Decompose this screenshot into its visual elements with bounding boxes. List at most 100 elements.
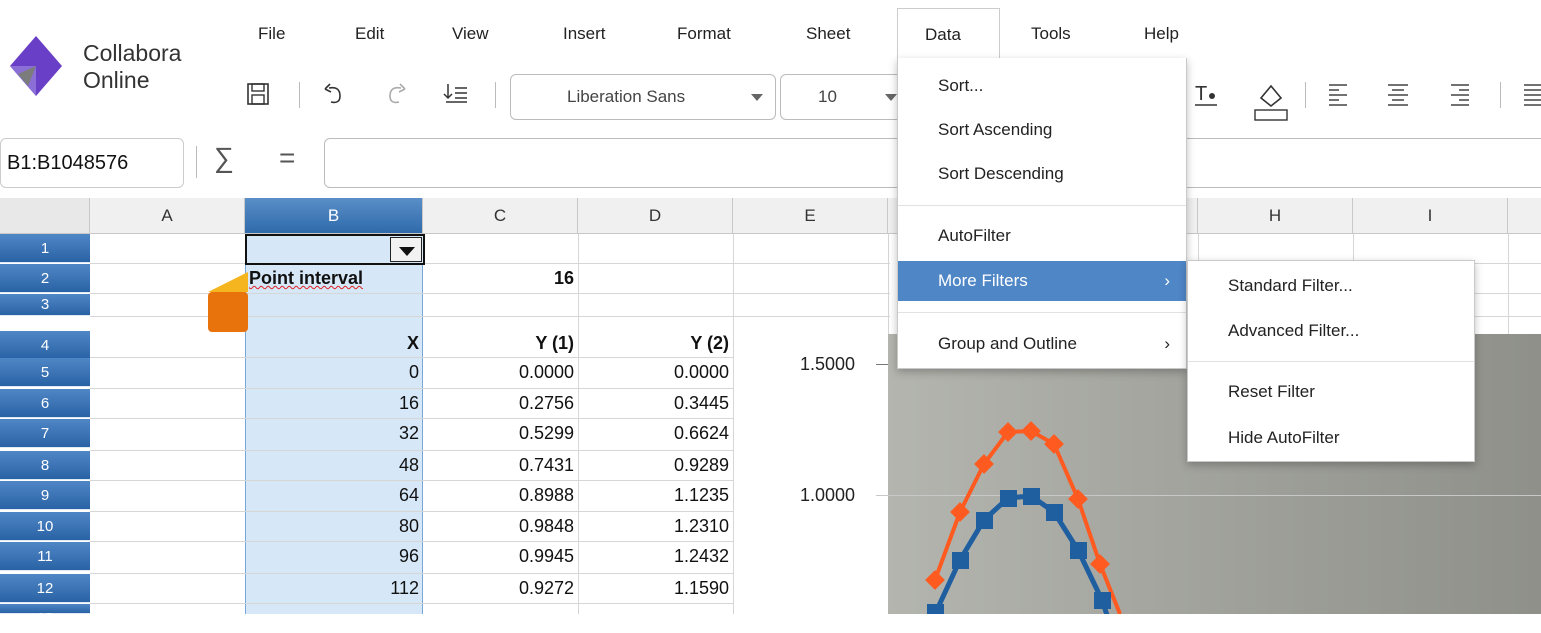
menu-item-autofilter[interactable]: AutoFilter: [898, 216, 1186, 256]
cell-d6[interactable]: 0.3445: [578, 389, 733, 418]
column-header-h[interactable]: H: [1198, 198, 1353, 234]
cell-b8[interactable]: 48: [245, 451, 423, 480]
menu-help[interactable]: Help: [1144, 24, 1179, 44]
align-left-icon[interactable]: [1325, 80, 1353, 108]
menu-item-group-and-outline[interactable]: Group and Outline ›: [898, 324, 1186, 364]
cell-b4[interactable]: X: [245, 329, 423, 358]
menu-tools[interactable]: Tools: [1031, 24, 1071, 44]
font-size-combo[interactable]: 10: [780, 74, 910, 120]
menu-item-reset-filter[interactable]: Reset Filter: [1188, 372, 1474, 412]
column-header-e[interactable]: E: [733, 198, 888, 234]
cell-c6[interactable]: 0.2756: [423, 389, 578, 418]
row-header[interactable]: 13: [0, 604, 90, 627]
select-all-corner[interactable]: [0, 198, 90, 234]
row-header[interactable]: 12: [0, 574, 90, 603]
cell-d10[interactable]: 1.2310: [578, 512, 733, 541]
undo-icon[interactable]: [320, 80, 348, 108]
row-header[interactable]: 4: [0, 331, 90, 360]
column-header-a[interactable]: A: [90, 198, 245, 234]
cell-c7[interactable]: 0.5299: [423, 419, 578, 448]
column-header-i[interactable]: I: [1353, 198, 1508, 234]
row-header[interactable]: 10: [0, 512, 90, 541]
cell-c8[interactable]: 0.7431: [423, 451, 578, 480]
cell-c11[interactable]: 0.9945: [423, 542, 578, 571]
cell-b10[interactable]: 80: [245, 512, 423, 541]
cell-c12[interactable]: 0.9272: [423, 574, 578, 603]
menu-separator: [898, 312, 1186, 313]
autofilter-button[interactable]: [390, 237, 422, 262]
cell-c4[interactable]: Y (1): [423, 329, 578, 358]
cell-d4[interactable]: Y (2): [578, 329, 733, 358]
menu-file[interactable]: File: [258, 24, 285, 44]
row-header[interactable]: 2: [0, 264, 90, 293]
menu-view[interactable]: View: [452, 24, 489, 44]
row-header[interactable]: 11: [0, 542, 90, 571]
menu-sheet[interactable]: Sheet: [806, 24, 850, 44]
row-header[interactable]: 9: [0, 481, 90, 510]
cell-d9[interactable]: 1.1235: [578, 481, 733, 510]
cell-b12[interactable]: 112: [245, 574, 423, 603]
menu-insert[interactable]: Insert: [563, 24, 606, 44]
chart-y-tick-label: 1.5000: [800, 354, 856, 374]
cell-b2[interactable]: Point interval: [249, 264, 363, 293]
cell-b9[interactable]: 64: [245, 481, 423, 510]
save-icon[interactable]: [244, 80, 272, 108]
chevron-right-icon: ›: [1164, 334, 1170, 353]
column-header-j[interactable]: [1508, 198, 1541, 234]
cell-b6[interactable]: 16: [245, 389, 423, 418]
app-header: Collabora Online File Edit View Insert F…: [0, 0, 1541, 132]
menu-item-sort[interactable]: Sort...: [898, 66, 1186, 106]
series-y1-markers: [927, 488, 1111, 614]
cell-d11[interactable]: 1.2432: [578, 542, 733, 571]
menu-edit[interactable]: Edit: [355, 24, 384, 44]
row-header[interactable]: 5: [0, 358, 90, 387]
cell-d5[interactable]: 0.0000: [578, 358, 733, 387]
row-header[interactable]: 8: [0, 451, 90, 480]
cell-b5[interactable]: 0: [245, 358, 423, 387]
column-header-d[interactable]: D: [578, 198, 733, 234]
cell-b11[interactable]: 96: [245, 542, 423, 571]
menu-item-sort-ascending[interactable]: Sort Ascending: [898, 110, 1186, 150]
cell-c9[interactable]: 0.8988: [423, 481, 578, 510]
gridline: [1508, 234, 1509, 334]
menu-separator: [1188, 361, 1474, 362]
menu-item-advanced-filter[interactable]: Advanced Filter...: [1188, 311, 1474, 351]
font-name-combo[interactable]: Liberation Sans: [510, 74, 776, 120]
clear-format-icon[interactable]: T: [1193, 80, 1221, 108]
cell-d8[interactable]: 0.9289: [578, 451, 733, 480]
justify-icon[interactable]: [1520, 80, 1541, 108]
menu-item-more-filters[interactable]: More Filters ›: [898, 261, 1186, 301]
chevron-down-icon: [751, 94, 763, 101]
cell-b7[interactable]: 32: [245, 419, 423, 448]
menu-item-sort-descending[interactable]: Sort Descending: [898, 154, 1186, 194]
column-header-c[interactable]: C: [423, 198, 578, 234]
menu-separator: [898, 205, 1186, 206]
comment-indicator-icon[interactable]: [204, 270, 250, 334]
row-header[interactable]: 7: [0, 419, 90, 448]
name-box[interactable]: B1:B1048576: [0, 138, 184, 188]
equals-icon[interactable]: =: [279, 142, 295, 174]
row-header[interactable]: 3: [0, 294, 90, 316]
align-center-icon[interactable]: [1384, 80, 1412, 108]
cell-c10[interactable]: 0.9848: [423, 512, 578, 541]
menu-data[interactable]: Data: [897, 8, 1000, 60]
sort-icon[interactable]: [442, 80, 470, 108]
cell-c5[interactable]: 0.0000: [423, 358, 578, 387]
toolbar-separator: [299, 82, 300, 108]
menu-item-standard-filter[interactable]: Standard Filter...: [1188, 266, 1474, 306]
menu-item-hide-autofilter[interactable]: Hide AutoFilter: [1188, 418, 1474, 458]
align-right-icon[interactable]: [1445, 80, 1473, 108]
column-header-b[interactable]: B: [245, 198, 423, 234]
row-header[interactable]: 6: [0, 389, 90, 418]
cell-d12[interactable]: 1.1590: [578, 574, 733, 603]
fill-color-icon[interactable]: [1253, 78, 1289, 122]
menu-format[interactable]: Format: [677, 24, 731, 44]
row-header[interactable]: 1: [0, 234, 90, 263]
cell-c2[interactable]: 16: [423, 264, 578, 293]
cell-d7[interactable]: 0.6624: [578, 419, 733, 448]
gridline: [90, 603, 733, 604]
chart-y-tick-label: 1.0000: [800, 485, 856, 505]
more-filters-submenu: Standard Filter... Advanced Filter... Re…: [1187, 260, 1475, 462]
sum-icon[interactable]: ∑: [214, 142, 234, 174]
redo-icon[interactable]: [382, 80, 410, 108]
